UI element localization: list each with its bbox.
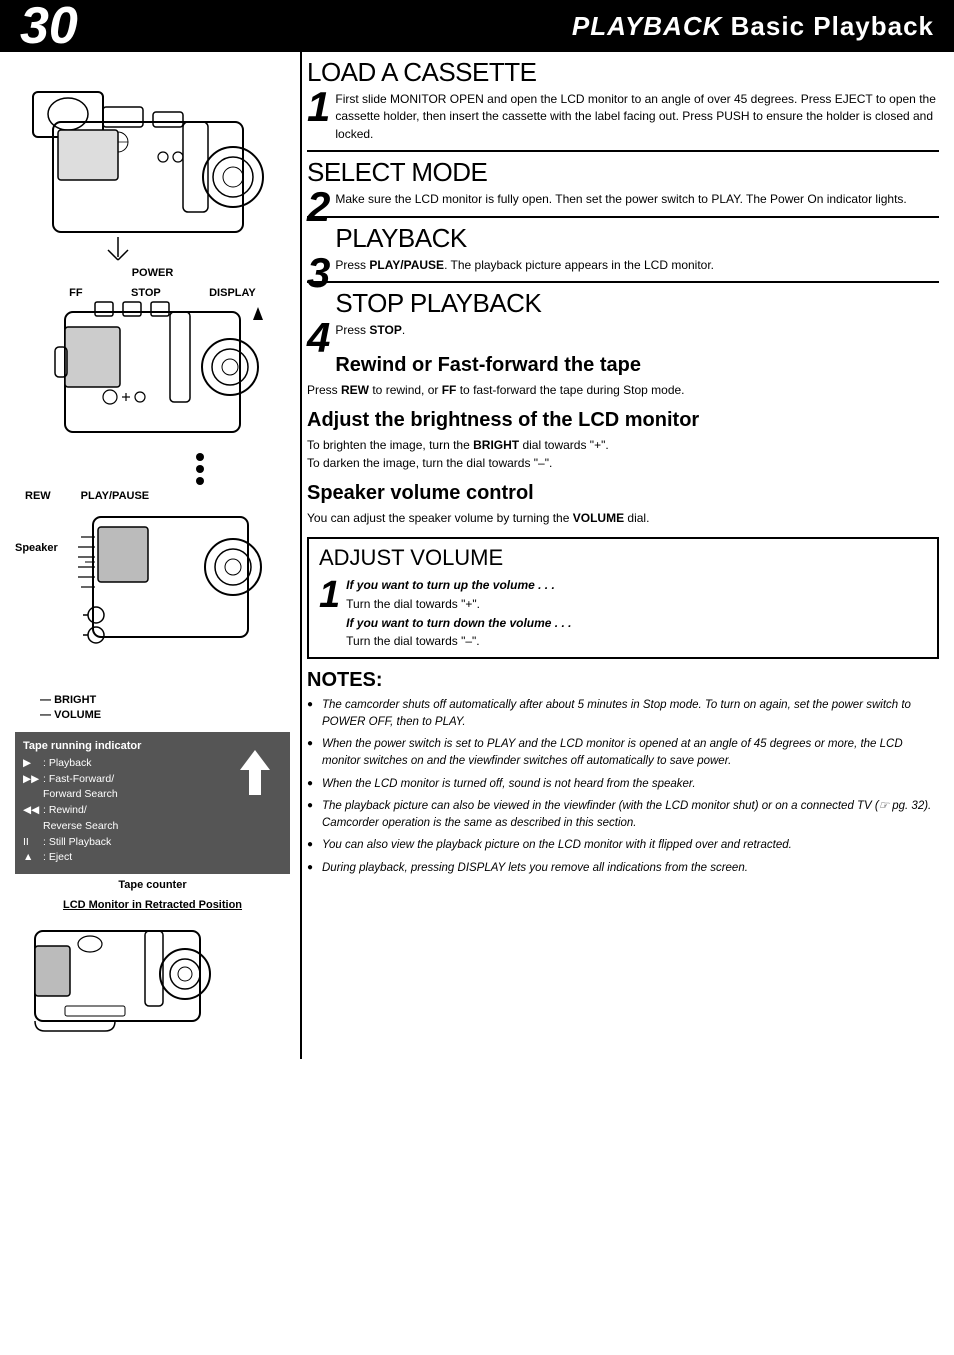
section4-bold: STOP bbox=[369, 323, 401, 337]
bright-volume-labels: — BRIGHT — VOLUME bbox=[15, 693, 290, 724]
adjust-line1-italic: If you want to turn up the volume . . . bbox=[346, 578, 555, 592]
section2-header: SELECT MODE bbox=[307, 157, 939, 188]
speaker-section: Speaker bbox=[15, 507, 290, 690]
camera-bottom-diagram bbox=[15, 916, 290, 1049]
section3-text: Press PLAY/PAUSE. The playback picture a… bbox=[335, 257, 939, 274]
note-3: When the LCD monitor is turned off, soun… bbox=[307, 776, 939, 793]
bright-label: — BRIGHT bbox=[40, 693, 290, 708]
play-pause-label: PLAY/PAUSE bbox=[81, 490, 149, 502]
stop-label: STOP bbox=[131, 287, 161, 299]
ff-label: FF bbox=[69, 287, 82, 299]
section-load-cassette: LOAD A CASSETTE 1 First slide MONITOR OP… bbox=[307, 52, 939, 148]
note-1: The camcorder shuts off automatically af… bbox=[307, 697, 939, 732]
section3-number: 3 bbox=[307, 252, 330, 294]
tape-row-1: ▶: Playback bbox=[23, 756, 227, 772]
adjust-volume-header: ADJUST VOLUME bbox=[319, 545, 927, 571]
controls-labels: FF STOP DISPLAY bbox=[15, 287, 290, 299]
section2-number: 2 bbox=[307, 186, 330, 228]
right-column: LOAD A CASSETTE 1 First slide MONITOR OP… bbox=[300, 52, 954, 1059]
camera-lower-diagram bbox=[63, 507, 273, 690]
rew-play-labels: REW PLAY/PAUSE bbox=[15, 490, 290, 502]
tape-row-3: ◀◀: Rewind/Reverse Search bbox=[23, 803, 227, 835]
tape-indicator-title: Tape running indicator bbox=[23, 740, 227, 752]
speaker-label: Speaker bbox=[15, 507, 58, 554]
note-5: You can also view the playback picture o… bbox=[307, 837, 939, 854]
camera-top-diagram bbox=[23, 62, 283, 262]
adjust-line1-text: Turn the dial towards "+". bbox=[346, 597, 480, 611]
section3-header: PLAYBACK bbox=[307, 223, 939, 254]
tape-indicator-arrow bbox=[227, 740, 282, 808]
rewind-text: Press REW to rewind, or FF to fast-forwa… bbox=[307, 381, 939, 399]
section4-number: 4 bbox=[307, 317, 330, 359]
brightness-heading: Adjust the brightness of the LCD monitor bbox=[307, 409, 939, 432]
left-column: POWER FF STOP DISPLAY bbox=[0, 52, 300, 1059]
tape-counter-label: Tape counter bbox=[15, 879, 290, 891]
rewind-rew-bold: REW bbox=[341, 383, 369, 397]
volume-bold: VOLUME bbox=[573, 511, 624, 525]
section4-text: Press STOP. bbox=[335, 322, 939, 339]
section1-header: LOAD A CASSETTE bbox=[307, 57, 939, 88]
section2-text: Make sure the LCD monitor is fully open.… bbox=[335, 191, 939, 208]
tape-row-4: II: Still Playback bbox=[23, 835, 227, 851]
camera-mid-section bbox=[15, 302, 290, 490]
header-title-normal: Basic Playback bbox=[722, 11, 934, 41]
notes-heading: NOTES: bbox=[307, 669, 939, 692]
header-title-italic: PLAYBACK bbox=[572, 11, 723, 41]
speaker-volume-text: You can adjust the speaker volume by tur… bbox=[307, 509, 939, 527]
adjust-number: 1 bbox=[319, 576, 340, 614]
tape-row-2: ▶▶: Fast-Forward/Forward Search bbox=[23, 772, 227, 804]
adjust-content: If you want to turn up the volume . . . … bbox=[346, 576, 927, 650]
notes-list: The camcorder shuts off automatically af… bbox=[307, 697, 939, 877]
bright-bold: BRIGHT bbox=[473, 438, 519, 452]
page-header: 30 PLAYBACK Basic Playback bbox=[0, 0, 954, 52]
section3-bold: PLAY/PAUSE bbox=[369, 258, 444, 272]
adjust-line2-text: Turn the dial towards "–". bbox=[346, 634, 479, 648]
section1-number: 1 bbox=[307, 86, 330, 128]
section4-header: STOP PLAYBACK bbox=[307, 288, 939, 319]
tape-row-5: ▲: Eject bbox=[23, 850, 227, 866]
section-select-mode: SELECT MODE 2 Make sure the LCD monitor … bbox=[307, 150, 939, 213]
page-number: 30 bbox=[20, 0, 78, 52]
note-6: During playback, pressing DISPLAY lets y… bbox=[307, 860, 939, 877]
section1-text: First slide MONITOR OPEN and open the LC… bbox=[335, 91, 939, 143]
note-2: When the power switch is set to PLAY and… bbox=[307, 736, 939, 771]
tape-indicator-box: Tape running indicator ▶: Playback ▶▶: F… bbox=[15, 732, 290, 874]
rew-label: REW bbox=[25, 490, 51, 502]
display-label: DISPLAY bbox=[209, 287, 256, 299]
section-playback: PLAYBACK 3 Press PLAY/PAUSE. The playbac… bbox=[307, 216, 939, 279]
header-title: PLAYBACK Basic Playback bbox=[572, 11, 934, 42]
volume-label: — VOLUME bbox=[40, 708, 290, 723]
speaker-volume-heading: Speaker volume control bbox=[307, 482, 939, 505]
brightness-text: To brighten the image, turn the BRIGHT d… bbox=[307, 436, 939, 472]
power-label: POWER bbox=[15, 267, 290, 279]
adjust-volume-box: ADJUST VOLUME 1 If you want to turn up t… bbox=[307, 537, 939, 658]
note-4: The playback picture can also be viewed … bbox=[307, 798, 939, 833]
lcd-monitor-label: LCD Monitor in Retracted Position bbox=[15, 899, 290, 911]
main-content: POWER FF STOP DISPLAY bbox=[0, 52, 954, 1059]
rewind-ff-bold: FF bbox=[442, 383, 457, 397]
rewind-heading: Rewind or Fast-forward the tape bbox=[307, 354, 939, 377]
adjust-line2-italic: If you want to turn down the volume . . … bbox=[346, 616, 571, 630]
section-stop-playback: STOP PLAYBACK 4 Press STOP. bbox=[307, 281, 939, 344]
